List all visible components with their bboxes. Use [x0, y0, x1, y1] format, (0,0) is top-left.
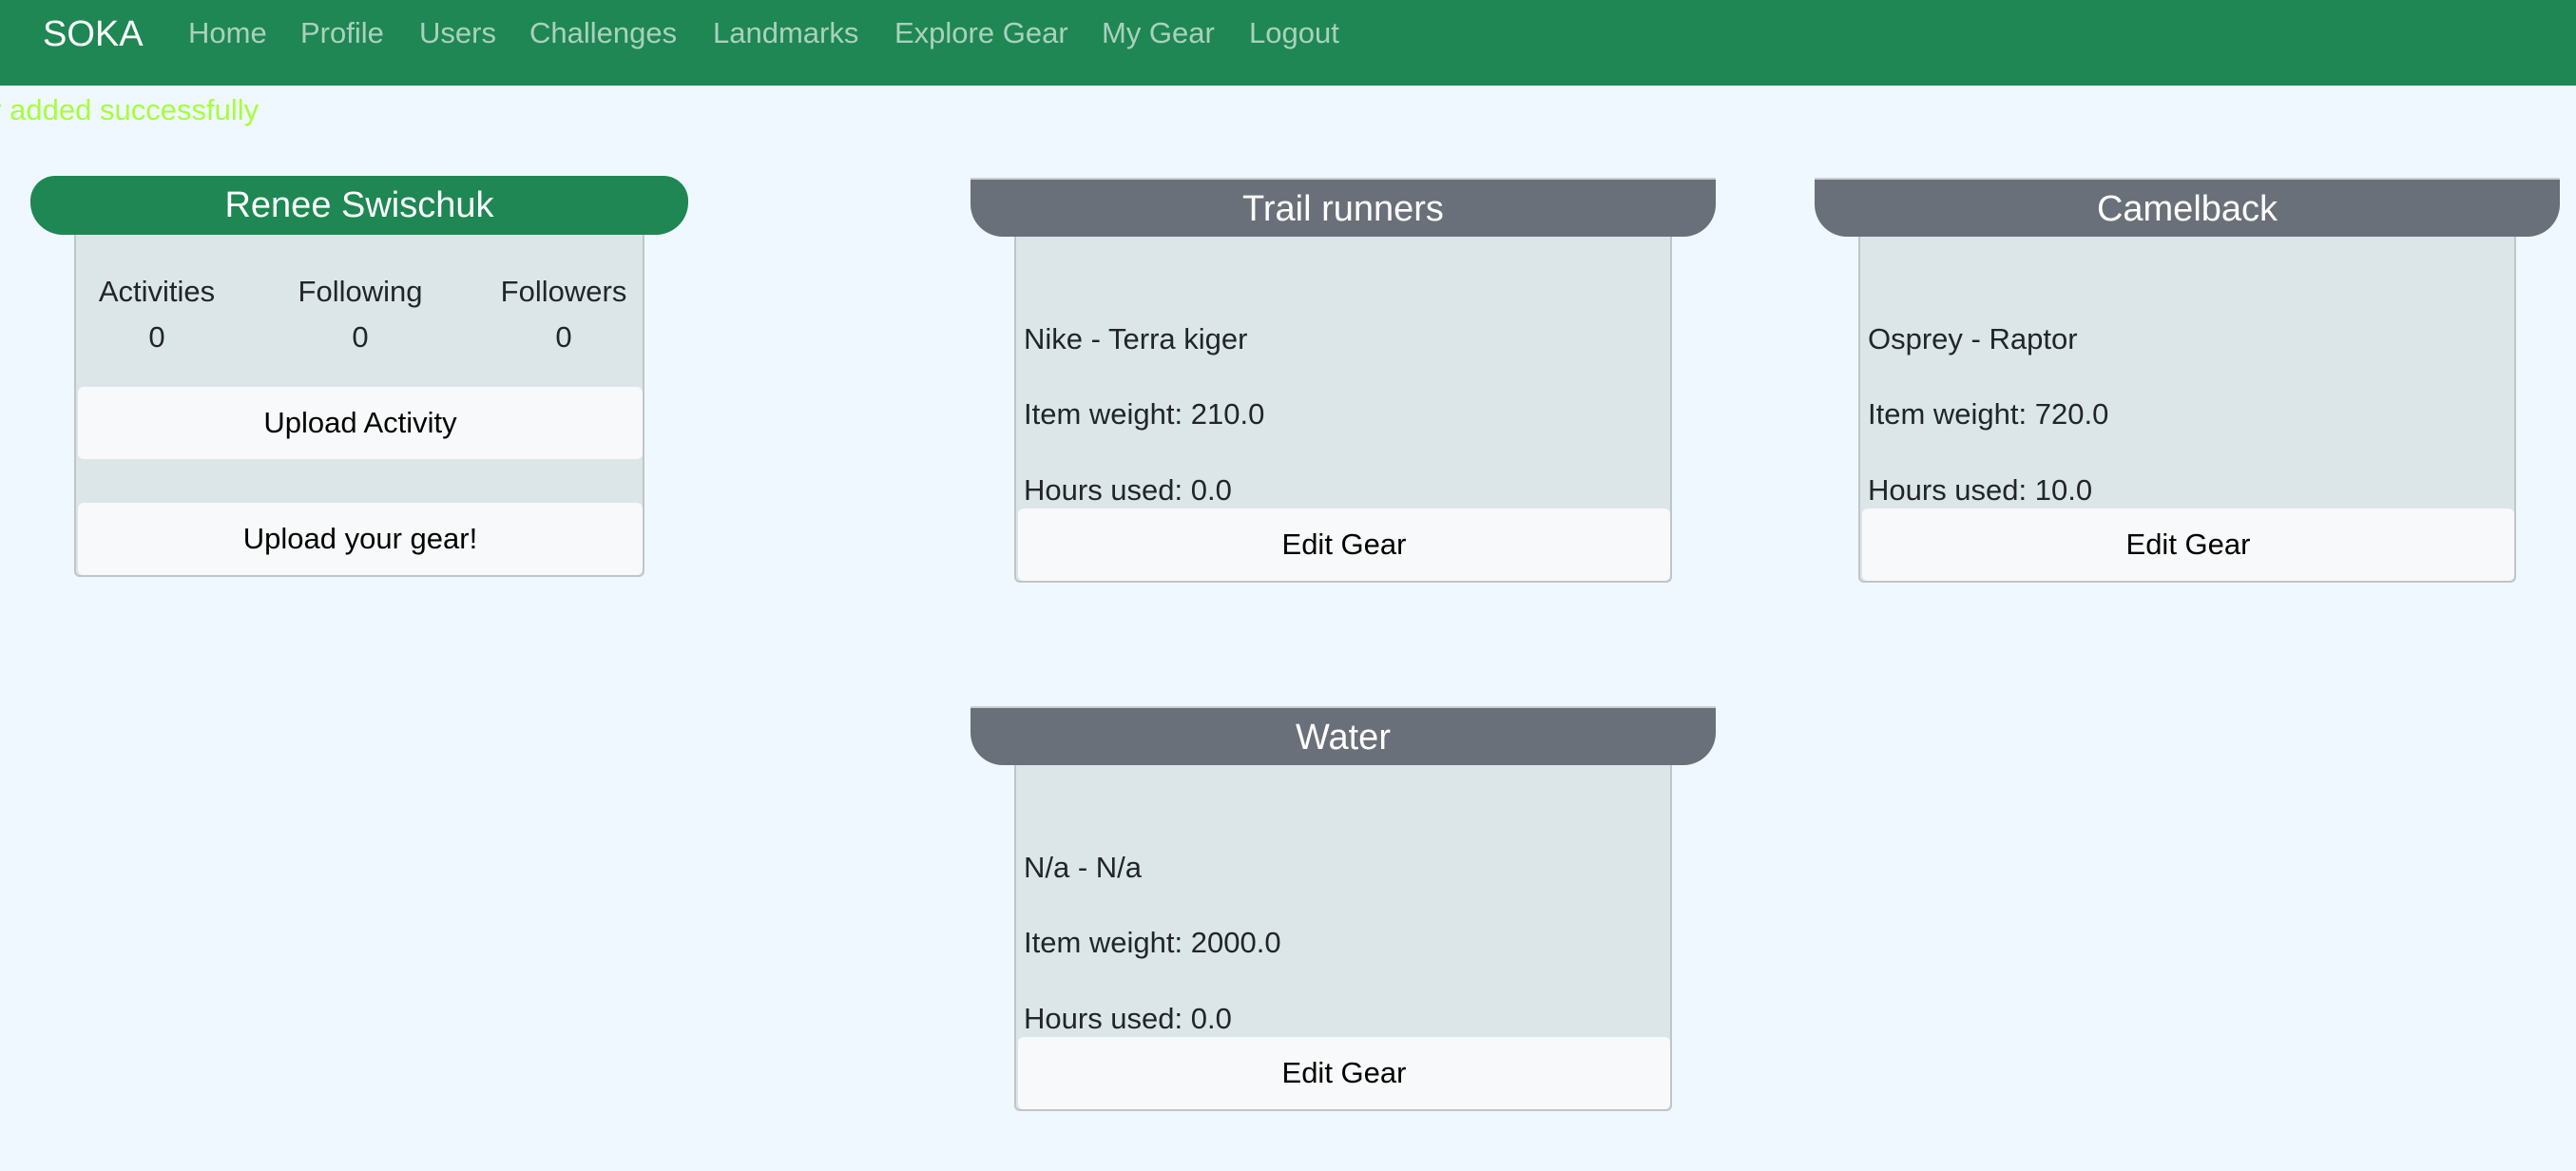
nav-link-explore-gear[interactable]: Explore Gear	[894, 14, 1068, 52]
stat-activities: Activities 0	[76, 269, 238, 360]
gear-title: Water	[971, 706, 1716, 765]
gear-weight: Item weight: 210.0	[1024, 397, 1265, 431]
profile-name: Renee Swischuk	[30, 176, 688, 235]
gear-brand-model: N/a - N/a	[1024, 851, 1143, 884]
nav-link-my-gear[interactable]: My Gear	[1102, 14, 1215, 52]
nav-link-users[interactable]: Users	[419, 14, 496, 52]
profile-card: Renee Swischuk Activities 0 Following 0 …	[30, 176, 688, 580]
nav-link-home[interactable]: Home	[188, 14, 267, 52]
gear-title: Trail runners	[971, 178, 1716, 237]
stat-followers: Followers 0	[483, 269, 644, 360]
gear-hours: Hours used: 0.0	[1024, 473, 1232, 507]
stat-followers-label: Followers	[500, 275, 627, 308]
nav-link-challenges[interactable]: Challenges	[529, 14, 677, 52]
edit-gear-button[interactable]: Edit Gear	[1018, 1037, 1670, 1109]
gear-card-body: Nike - Terra kiger Item weight: 210.0 Ho…	[1014, 237, 1672, 583]
upload-activity-button[interactable]: Upload Activity	[78, 387, 643, 459]
stat-activities-value: 0	[148, 320, 165, 354]
stat-followers-value: 0	[555, 320, 572, 354]
gear-brand-model: Osprey - Raptor	[1868, 322, 2078, 355]
profile-card-body: Activities 0 Following 0 Followers 0 Upl…	[74, 235, 644, 577]
stat-activities-label: Activities	[98, 275, 216, 308]
gear-hours: Hours used: 0.0	[1024, 1002, 1232, 1035]
upload-gear-button[interactable]: Upload your gear!	[78, 503, 643, 575]
gear-card: Trail runners Nike - Terra kiger Item we…	[971, 178, 1716, 585]
edit-gear-button[interactable]: Edit Gear	[1862, 509, 2514, 581]
gear-weight: Item weight: 720.0	[1868, 397, 2109, 431]
stat-following-value: 0	[352, 320, 369, 354]
flash-message: ar added successfully	[0, 93, 260, 126]
stat-following: Following 0	[279, 269, 441, 360]
gear-card-body: N/a - N/a Item weight: 2000.0 Hours used…	[1014, 765, 1672, 1111]
gear-weight: Item weight: 2000.0	[1024, 926, 1281, 959]
gear-card-body: Osprey - Raptor Item weight: 720.0 Hours…	[1858, 237, 2516, 583]
navbar: SOKA Home Profile Users Challenges Landm…	[0, 0, 2576, 86]
nav-link-profile[interactable]: Profile	[300, 14, 384, 52]
gear-card: Water N/a - N/a Item weight: 2000.0 Hour…	[971, 706, 1716, 1113]
stat-following-label: Following	[298, 275, 423, 308]
edit-gear-button[interactable]: Edit Gear	[1018, 509, 1670, 581]
nav-link-logout[interactable]: Logout	[1249, 14, 1339, 52]
gear-card: Camelback Osprey - Raptor Item weight: 7…	[1815, 178, 2560, 585]
gear-title: Camelback	[1815, 178, 2560, 237]
gear-hours: Hours used: 10.0	[1868, 473, 2093, 507]
gear-brand-model: Nike - Terra kiger	[1024, 322, 1248, 355]
brand-logo[interactable]: SOKA	[43, 13, 144, 55]
nav-link-landmarks[interactable]: Landmarks	[713, 14, 858, 52]
